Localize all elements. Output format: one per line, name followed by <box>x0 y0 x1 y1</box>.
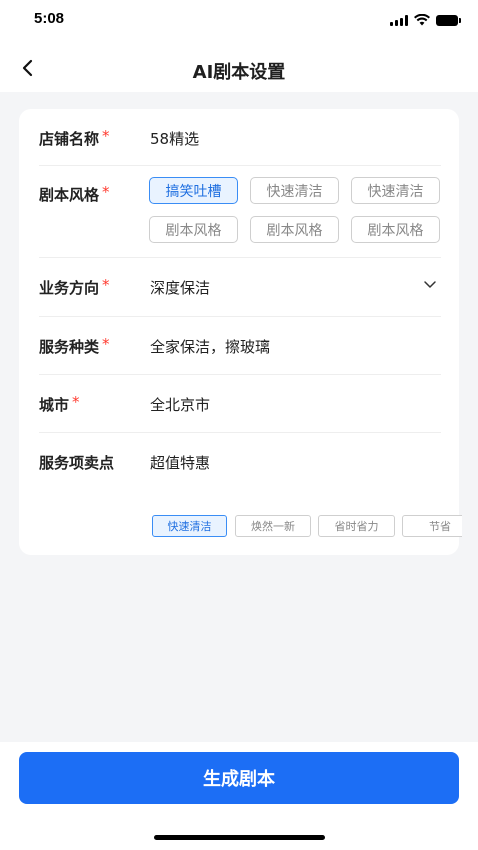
tag-save[interactable]: 节省 <box>402 515 462 537</box>
city-value[interactable]: 全北京市 <box>150 394 210 415</box>
required-mark: * <box>102 183 110 201</box>
required-mark: * <box>72 393 80 411</box>
cellular-signal-icon <box>390 14 408 26</box>
shop-name-label: 店铺名称 * <box>39 127 110 148</box>
script-style-row: 剧本风格 * 搞笑吐槽 快速清洁 快速清洁 剧本风格 剧本风格 剧本风格 <box>39 166 441 258</box>
service-type-value[interactable]: 全家保洁，擦玻璃 <box>150 336 270 357</box>
style-chip-script-style-2[interactable]: 剧本风格 <box>250 216 339 243</box>
home-indicator <box>154 835 325 840</box>
page-title: AI剧本设置 <box>192 62 286 83</box>
style-chip-funny-roast[interactable]: 搞笑吐槽 <box>149 177 238 204</box>
shop-name-value[interactable]: 58精选 <box>150 128 199 149</box>
style-chip-script-style[interactable]: 剧本风格 <box>149 216 238 243</box>
tag-save-time[interactable]: 省时省力 <box>318 515 395 537</box>
chevron-down-icon[interactable] <box>423 277 437 291</box>
city-row: 城市 * 全北京市 <box>39 375 441 433</box>
business-direction-label: 业务方向 * <box>39 276 110 297</box>
style-chip-quick-clean[interactable]: 快速清洁 <box>250 177 339 204</box>
generate-script-button[interactable]: 生成剧本 <box>19 752 459 804</box>
nav-bar: AI剧本设置 <box>0 48 478 92</box>
tag-brand-new[interactable]: 焕然一新 <box>235 515 311 537</box>
style-chip-quick-clean-2[interactable]: 快速清洁 <box>351 177 440 204</box>
service-type-label: 服务种类 * <box>39 335 110 356</box>
settings-form-card: 店铺名称 * 58精选 剧本风格 * 搞笑吐槽 快速清洁 快速清洁 剧本风格 剧本风… <box>19 109 462 555</box>
status-time: 5:08 <box>34 10 65 27</box>
battery-icon <box>436 14 461 26</box>
footer-bar: 生成剧本 <box>0 742 478 850</box>
selling-point-value[interactable]: 超值特惠 <box>150 452 210 473</box>
service-type-row: 服务种类 * 全家保洁，擦玻璃 <box>39 317 441 375</box>
business-direction-row[interactable]: 业务方向 * 深度保洁 <box>39 258 441 317</box>
status-bar: 5:08 <box>0 0 478 44</box>
wifi-icon <box>414 14 430 26</box>
selling-point-row: 服务项卖点 超值特惠 <box>39 433 441 493</box>
script-style-label: 剧本风格 * <box>39 183 110 204</box>
selling-point-tags: 快速清洁 焕然一新 省时省力 节省 <box>152 515 462 537</box>
status-icons <box>390 14 461 26</box>
business-direction-value: 深度保洁 <box>150 279 211 297</box>
style-chip-script-style-3[interactable]: 剧本风格 <box>351 216 440 243</box>
required-mark: * <box>102 276 110 294</box>
tag-quick-clean[interactable]: 快速清洁 <box>152 515 227 537</box>
selling-point-label: 服务项卖点 <box>39 454 115 472</box>
required-mark: * <box>102 127 110 145</box>
required-mark: * <box>102 335 110 353</box>
city-label: 城市 * <box>39 393 80 414</box>
shop-name-row: 店铺名称 * 58精选 <box>39 109 441 166</box>
